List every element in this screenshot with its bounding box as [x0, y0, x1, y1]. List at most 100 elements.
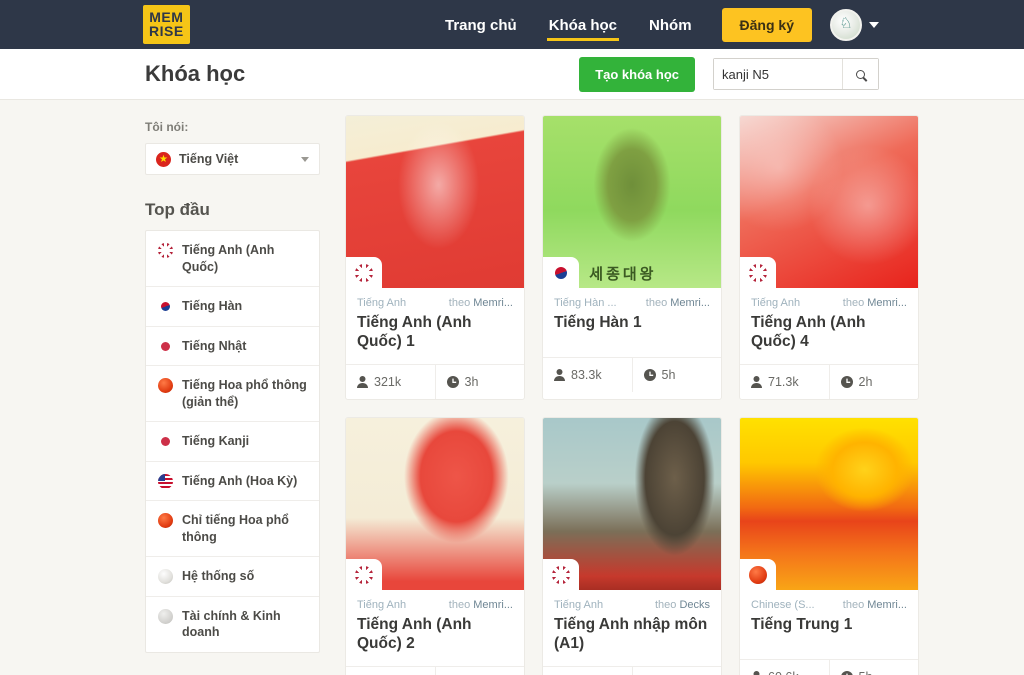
- course-learners: 71.3k: [740, 365, 829, 399]
- japan-flag-icon: [158, 434, 173, 449]
- clock-icon: [840, 670, 853, 675]
- search-box[interactable]: [713, 58, 879, 90]
- search-input[interactable]: [714, 59, 842, 89]
- course-author: theo Memri...: [842, 598, 907, 611]
- search-icon: [856, 69, 865, 79]
- course-title: Tiếng Trung 1: [751, 615, 853, 633]
- uk-flag-icon: [355, 565, 373, 584]
- chevron-down-icon[interactable]: [301, 156, 309, 162]
- sidebar-item-japanese[interactable]: Tiếng Nhật: [146, 327, 319, 366]
- nav-links-group: Trang chủ Khóa học Nhóm Đăng ký ♘: [443, 3, 879, 47]
- search-button[interactable]: [842, 59, 878, 89]
- sidebar-item-mandarin-only[interactable]: Chỉ tiếng Hoa phổ thông: [146, 501, 319, 557]
- sidebar-item-label: Tiếng Nhật: [182, 338, 247, 353]
- vietnam-flag-icon: [156, 152, 171, 167]
- course-stats: 60.6k 5h: [740, 658, 918, 675]
- course-meta: Tiếng Anh theo Decks: [543, 590, 721, 611]
- course-author: theo Memri...: [448, 598, 513, 611]
- clock-icon: [643, 369, 656, 381]
- nav-link-home[interactable]: Trang chủ: [443, 3, 519, 47]
- sidebar-item-label: Tiếng Kanji: [182, 434, 250, 448]
- duration-value: 5h: [859, 670, 873, 675]
- learner-count: 321k: [374, 374, 402, 389]
- create-course-button[interactable]: Tạo khóa học: [579, 56, 695, 92]
- learner-count: 71.3k: [768, 374, 799, 389]
- course-stats: 83.3k 5h: [543, 357, 721, 392]
- language-selector[interactable]: Tiếng Việt: [145, 143, 320, 175]
- uk-flag-icon: [355, 264, 373, 282]
- course-card[interactable]: Tiếng Anh theo Memri... Tiếng Anh (Anh Q…: [345, 416, 525, 675]
- course-card[interactable]: 세종대왕 Tiếng Hàn ... theo Memri... Tiếng H…: [542, 115, 722, 400]
- course-card[interactable]: Tiếng Anh theo Memri... Tiếng Anh (Anh Q…: [345, 115, 525, 400]
- course-stats: 321k 3h: [346, 363, 524, 399]
- course-learners: 83.3k: [543, 358, 632, 392]
- sidebar: Tôi nói: Tiếng Việt Top đầu Tiếng Anh (A…: [145, 100, 320, 675]
- page-content: Tôi nói: Tiếng Việt Top đầu Tiếng Anh (A…: [0, 100, 1024, 675]
- course-meta: Tiếng Anh theo Memri...: [740, 288, 918, 309]
- course-title: Tiếng Anh (Anh Quốc) 4: [751, 314, 866, 351]
- course-category: Tiếng Anh: [751, 297, 801, 309]
- japan-flag-icon: [158, 338, 173, 354]
- sidebar-item-kanji[interactable]: Tiếng Kanji: [146, 422, 319, 462]
- course-thumbnail: [543, 417, 721, 590]
- course-title: Tiếng Anh (Anh Quốc) 1: [357, 314, 472, 351]
- course-card[interactable]: Tiếng Anh theo Memri... Tiếng Anh (Anh Q…: [739, 115, 919, 400]
- course-meta: Tiếng Anh theo Memri...: [346, 288, 524, 309]
- logo-line-2: RISE: [149, 23, 184, 39]
- account-menu[interactable]: ♘: [830, 8, 879, 41]
- signup-button[interactable]: Đăng ký: [721, 7, 812, 42]
- course-stats: 294k 26h: [543, 665, 721, 675]
- sidebar-item-number-systems[interactable]: Hệ thống số: [146, 557, 319, 597]
- usa-flag-icon: [158, 473, 173, 489]
- learner-count: 60.6k: [768, 670, 799, 675]
- course-title: Tiếng Anh (Anh Quốc) 2: [357, 615, 472, 653]
- course-thumbnail: [740, 417, 918, 590]
- course-thumbnail: [740, 116, 918, 288]
- course-category: Tiếng Anh: [554, 598, 604, 611]
- course-card[interactable]: Tiếng Anh theo Decks Tiếng Anh nhập môn …: [542, 416, 722, 675]
- memrise-logo[interactable]: MEM RISE: [143, 5, 190, 44]
- course-thumbnail: [346, 417, 524, 590]
- chevron-down-icon[interactable]: [869, 21, 879, 28]
- logo-line-1: MEM: [149, 9, 184, 25]
- sidebar-item-label: Tài chính & Kinh doanh: [182, 608, 281, 640]
- course-author: theo Memri...: [842, 297, 907, 309]
- sidebar-item-english-uk[interactable]: Tiếng Anh (Anh Quốc): [146, 231, 319, 287]
- subheader-actions: Tạo khóa học: [579, 56, 879, 92]
- avatar[interactable]: ♘: [830, 8, 862, 41]
- speak-label: Tôi nói:: [145, 120, 189, 134]
- uk-flag-icon: [552, 565, 570, 584]
- course-stats: 71.3k 2h: [740, 363, 918, 399]
- nav-link-courses[interactable]: Khóa học: [546, 3, 620, 47]
- top-section-heading: Top đầu: [145, 200, 210, 219]
- sidebar-item-label: Tiếng Hoa phổ thông (giản thể): [182, 378, 307, 409]
- course-language-badge: [543, 558, 579, 590]
- course-meta: Tiếng Anh theo Memri...: [346, 590, 524, 611]
- course-language-badge: [740, 257, 776, 288]
- nav-link-groups[interactable]: Nhóm: [647, 3, 694, 47]
- sidebar-item-finance-business[interactable]: Tài chính & Kinh doanh: [146, 597, 319, 652]
- person-icon: [751, 375, 762, 388]
- course-meta: Tiếng Hàn ... theo Memri...: [543, 288, 721, 309]
- sidebar-item-english-us[interactable]: Tiếng Anh (Hoa Kỳ): [146, 462, 319, 501]
- thumbnail-caption: 세종대왕: [589, 266, 657, 283]
- clock-icon: [840, 375, 853, 388]
- china-flag-icon: [749, 565, 767, 584]
- learner-count: 83.3k: [571, 368, 602, 382]
- page-subheader: Khóa học Tạo khóa học: [0, 49, 1024, 100]
- course-language-badge: [740, 558, 776, 590]
- course-author: theo Memri...: [645, 297, 710, 309]
- sidebar-item-chinese-simplified[interactable]: Tiếng Hoa phổ thông (giản thể): [146, 366, 319, 422]
- uk-flag-icon: [749, 264, 767, 282]
- duration-value: 2h: [858, 374, 873, 389]
- course-learners: 67.4k: [346, 667, 435, 675]
- course-card[interactable]: Chinese (S... theo Memri... Tiếng Trung …: [739, 416, 919, 675]
- sidebar-item-korean[interactable]: Tiếng Hàn: [146, 287, 319, 327]
- course-language-badge: [543, 257, 579, 288]
- course-learners: 294k: [543, 667, 632, 675]
- language-selector-value: Tiếng Việt: [179, 152, 239, 166]
- finance-icon: [158, 608, 173, 624]
- duration-value: 5h: [661, 368, 676, 382]
- person-icon: [753, 670, 760, 675]
- course-language-badge: [346, 257, 382, 288]
